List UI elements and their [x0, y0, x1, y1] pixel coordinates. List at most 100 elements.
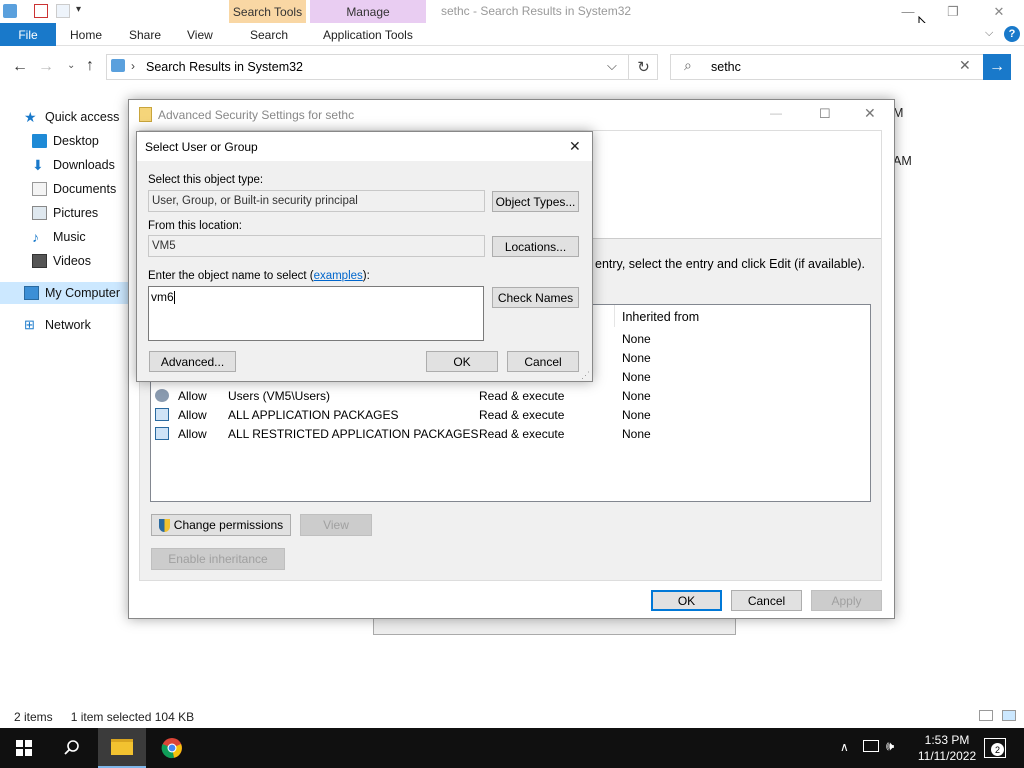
- details-view-icon[interactable]: [979, 710, 993, 721]
- nav-pictures[interactable]: Pictures: [32, 202, 98, 224]
- nav-videos[interactable]: Videos: [32, 250, 91, 272]
- address-dropdown-icon[interactable]: ⌵: [607, 58, 617, 74]
- breadcrumb-separator-icon: ›: [131, 59, 135, 73]
- new-folder-icon[interactable]: [56, 4, 70, 18]
- enable-inheritance-button[interactable]: Enable inheritance: [151, 548, 285, 570]
- nav-music[interactable]: ♪ Music: [32, 226, 86, 248]
- back-arrow-icon[interactable]: ←: [12, 58, 28, 76]
- cell-inherited: None: [622, 407, 651, 422]
- nav-label: My Computer: [45, 286, 121, 300]
- taskbar-search-button[interactable]: [48, 728, 96, 768]
- app-package-icon: [155, 427, 169, 440]
- properties-icon[interactable]: [34, 4, 48, 18]
- cancel-button[interactable]: Cancel: [731, 590, 802, 611]
- large-icons-view-icon[interactable]: [1002, 710, 1016, 721]
- taskbar-file-explorer[interactable]: [98, 728, 146, 768]
- notification-badge: 2: [991, 743, 1004, 756]
- taskbar-clock[interactable]: 1:53 PM 11/11/2022: [912, 732, 982, 764]
- select-user-close-icon[interactable]: ✕: [569, 138, 581, 155]
- search-input[interactable]: sethc: [711, 60, 741, 74]
- show-hidden-icons[interactable]: ∧: [840, 740, 849, 754]
- column-header-inherited-from[interactable]: Inherited from: [622, 310, 699, 324]
- table-row[interactable]: Allow ALL RESTRICTED APPLICATION PACKAGE…: [150, 424, 870, 443]
- nav-downloads[interactable]: ⬇ Downloads: [32, 154, 115, 176]
- folder-icon: [111, 739, 133, 755]
- locations-button[interactable]: Locations...: [492, 236, 579, 257]
- tab-share[interactable]: Share: [129, 23, 161, 46]
- object-types-button[interactable]: Object Types...: [492, 191, 579, 212]
- explorer-app-icon: [3, 4, 17, 18]
- window-title: sethc - Search Results in System32: [441, 4, 632, 18]
- nav-label: Desktop: [53, 134, 99, 148]
- nav-label: Pictures: [53, 206, 99, 220]
- taskbar-chrome[interactable]: [148, 728, 196, 768]
- search-icon: ⌕: [684, 57, 692, 73]
- up-arrow-icon[interactable]: ↑: [86, 57, 94, 75]
- tab-view[interactable]: View: [187, 23, 213, 46]
- clock-date: 11/11/2022: [917, 749, 977, 763]
- dialog-maximize-button[interactable]: ☐: [819, 106, 831, 122]
- search-go-button[interactable]: →: [983, 54, 1011, 80]
- recent-locations-icon[interactable]: ⌄: [67, 60, 75, 71]
- clear-search-icon[interactable]: ✕: [959, 57, 971, 74]
- network-status-icon[interactable]: [863, 740, 879, 752]
- table-row[interactable]: Allow Users (VM5\Users) Read & execute N…: [150, 386, 870, 405]
- cell-access: Read & execute: [479, 407, 565, 422]
- location-field: VM5: [148, 235, 485, 257]
- check-names-button[interactable]: Check Names: [492, 287, 579, 308]
- cell-access: Read & execute: [479, 388, 565, 403]
- start-button[interactable]: [0, 728, 48, 768]
- nav-label: Documents: [53, 182, 117, 196]
- view-button[interactable]: View: [300, 514, 372, 536]
- nav-label: Network: [45, 318, 91, 332]
- nav-my-computer[interactable]: My Computer: [24, 282, 120, 304]
- close-button[interactable]: ✕: [976, 0, 1022, 23]
- volume-icon[interactable]: 🕪: [886, 738, 894, 754]
- resize-grip-icon[interactable]: ⋰: [581, 370, 590, 381]
- ok-button[interactable]: OK: [651, 590, 722, 611]
- dialog-close-button[interactable]: ✕: [864, 105, 876, 122]
- object-type-label: Select this object type:: [148, 174, 264, 186]
- search-results-icon: [111, 59, 125, 72]
- customize-quick-access-icon[interactable]: ▾: [76, 4, 81, 15]
- refresh-icon[interactable]: ↻: [628, 54, 658, 80]
- tab-file[interactable]: File: [0, 23, 56, 46]
- expand-ribbon-icon[interactable]: ⌵: [985, 27, 993, 40]
- select-user-ok-button[interactable]: OK: [426, 351, 498, 372]
- cell-inherited: None: [622, 350, 651, 365]
- help-icon[interactable]: ?: [1004, 26, 1020, 42]
- users-group-icon: [155, 389, 169, 402]
- maximize-button[interactable]: ❐: [930, 0, 976, 23]
- object-name-input[interactable]: vm6: [148, 286, 484, 341]
- background-text-fragment: AM: [893, 154, 912, 168]
- nav-label: Videos: [53, 254, 91, 268]
- apply-button[interactable]: Apply: [811, 590, 882, 611]
- context-tab-search-tools: Search Tools: [229, 0, 306, 23]
- nav-network[interactable]: ⊞ Network: [24, 314, 91, 336]
- change-permissions-button[interactable]: Change permissions: [151, 514, 291, 536]
- column-divider: [614, 305, 615, 327]
- tab-application-tools[interactable]: Application Tools: [323, 23, 413, 46]
- nav-desktop[interactable]: Desktop: [32, 130, 99, 152]
- cell-access: Read & execute: [479, 426, 565, 441]
- computer-icon: [24, 286, 39, 300]
- table-row[interactable]: Allow ALL APPLICATION PACKAGES Read & ex…: [150, 405, 870, 424]
- examples-link[interactable]: examples: [314, 270, 363, 282]
- tab-home[interactable]: Home: [70, 23, 102, 46]
- advanced-button[interactable]: Advanced...: [149, 351, 236, 372]
- cell-principal: ALL RESTRICTED APPLICATION PACKAGES: [228, 426, 479, 441]
- dialog-minimize-button[interactable]: —: [770, 106, 782, 120]
- action-center-icon[interactable]: 2: [984, 738, 1006, 758]
- chrome-icon: [161, 738, 182, 759]
- forward-arrow-icon[interactable]: →: [38, 58, 54, 76]
- cell-type: Allow: [178, 407, 207, 422]
- network-icon: ⊞: [24, 317, 35, 332]
- nav-documents[interactable]: Documents: [32, 178, 116, 200]
- select-user-cancel-button[interactable]: Cancel: [507, 351, 579, 372]
- context-tab-manage: Manage: [310, 0, 426, 23]
- app-package-icon: [155, 408, 169, 421]
- nav-quick-access[interactable]: ★ Quick access: [24, 106, 119, 128]
- select-user-title: Select User or Group: [145, 140, 258, 154]
- address-text[interactable]: Search Results in System32: [146, 60, 303, 74]
- tab-search[interactable]: Search: [250, 23, 288, 46]
